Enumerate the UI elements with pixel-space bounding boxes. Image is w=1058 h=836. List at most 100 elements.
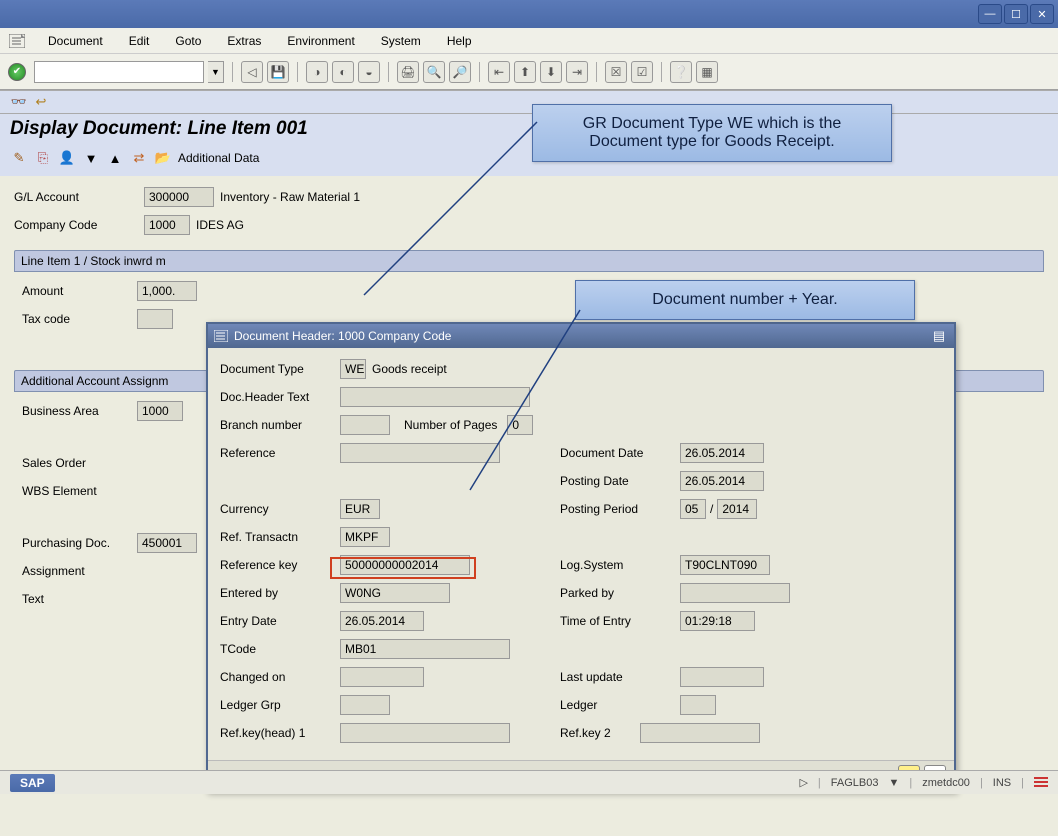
reftx-field[interactable]: MKPF [340, 527, 390, 547]
user-icon[interactable]: 👤 [58, 149, 76, 167]
refkey-field[interactable]: 50000000002014 [340, 555, 470, 575]
menu-help[interactable]: Help [435, 31, 484, 51]
dialog-menu-icon[interactable]: ▤ [930, 327, 948, 345]
doc-header-dialog: Document Header: 1000 Company Code ▤ Doc… [206, 322, 956, 792]
exit-icon[interactable]: ◐ [332, 61, 354, 83]
find-icon[interactable]: 🔍 [423, 61, 445, 83]
save-icon[interactable]: 💾 [267, 61, 289, 83]
content-area: G/L Account 300000 Inventory - Raw Mater… [0, 176, 1058, 836]
postperiod-m-field[interactable]: 05 [680, 499, 706, 519]
prev-page-icon[interactable]: ⬆ [514, 61, 536, 83]
close-button[interactable]: ✕ [1030, 4, 1054, 24]
amount-field[interactable]: 1,000. [137, 281, 197, 301]
window-titlebar: — ☐ ✕ [0, 0, 1058, 28]
refkey1-field[interactable] [340, 723, 510, 743]
help-icon[interactable]: ❔ [670, 61, 692, 83]
amount-label: Amount [22, 284, 137, 298]
menu-document[interactable]: Document [36, 31, 115, 51]
logsys-field[interactable]: T90CLNT090 [680, 555, 770, 575]
reference-label: Reference [220, 446, 340, 460]
menu-extras[interactable]: Extras [215, 31, 273, 51]
text-label: Text [22, 592, 137, 606]
layout-icon[interactable]: ▦ [696, 61, 718, 83]
copy-icon[interactable]: ⎘ [34, 149, 52, 167]
changedon-field[interactable] [340, 667, 424, 687]
slash: / [710, 502, 713, 516]
gl-account-label: G/L Account [14, 190, 144, 204]
last-page-icon[interactable]: ⇥ [566, 61, 588, 83]
wbs-label: WBS Element [22, 484, 137, 498]
page-header: Display Document: Line Item 001 ✎ ⎘ 👤 ▼ … [0, 114, 1058, 176]
expand-icon[interactable]: ▲ [106, 149, 124, 167]
company-code-field[interactable]: 1000 [144, 215, 190, 235]
tcode-label: TCode [220, 642, 340, 656]
postdate-field[interactable]: 26.05.2014 [680, 471, 764, 491]
entrydate-label: Entry Date [220, 614, 340, 628]
pages-field[interactable]: 0 [507, 415, 533, 435]
entrydate-field[interactable]: 26.05.2014 [340, 611, 424, 631]
enter-button[interactable]: ✔ [8, 63, 26, 81]
page-toolbar: ✎ ⎘ 👤 ▼ ▲ ⇄ 📂 Additional Data [10, 144, 1048, 172]
sap-menu-icon[interactable] [8, 32, 26, 50]
menu-bar: Document Edit Goto Extras Environment Sy… [0, 28, 1058, 54]
busarea-field[interactable]: 1000 [137, 401, 183, 421]
print-icon[interactable]: 🖨 [397, 61, 419, 83]
separator [232, 62, 233, 82]
refkey2-field[interactable] [640, 723, 760, 743]
first-page-icon[interactable]: ⇤ [488, 61, 510, 83]
status-dropdown-icon[interactable]: ▼ [888, 777, 899, 789]
doctype-field[interactable]: WE [340, 359, 366, 379]
ledgergrp-field[interactable] [340, 695, 390, 715]
status-arrow-icon[interactable]: ▷ [799, 776, 807, 789]
group-lineitem-header: Line Item 1 / Stock inwrd m [14, 250, 1044, 272]
collapse-icon[interactable]: ▼ [82, 149, 100, 167]
branch-label: Branch number [220, 418, 340, 432]
maximize-button[interactable]: ☐ [1004, 4, 1028, 24]
tcode-field[interactable]: MB01 [340, 639, 510, 659]
purchdoc-field[interactable]: 450001 [137, 533, 197, 553]
tool-icon[interactable]: ✎ [10, 149, 28, 167]
lastupdate-field[interactable] [680, 667, 764, 687]
next-page-icon[interactable]: ⬇ [540, 61, 562, 83]
lastupdate-label: Last update [560, 670, 680, 684]
branch-field[interactable] [340, 415, 390, 435]
parkedby-field[interactable] [680, 583, 790, 603]
ledger-field[interactable] [680, 695, 716, 715]
entrytime-label: Time of Entry [560, 614, 680, 628]
sap-logo: SAP [10, 774, 55, 792]
menu-system[interactable]: System [369, 31, 433, 51]
arrow-icon[interactable]: ↩ [32, 93, 50, 111]
command-field[interactable] [34, 61, 204, 83]
find-next-icon[interactable]: 🔎 [449, 61, 471, 83]
separator [661, 62, 662, 82]
additional-data-link[interactable]: Additional Data [178, 151, 259, 165]
command-dropdown[interactable]: ▼ [208, 61, 224, 83]
logsys-label: Log.System [560, 558, 680, 572]
dialog-title-icon [214, 330, 228, 342]
dialog-titlebar[interactable]: Document Header: 1000 Company Code ▤ [208, 324, 954, 348]
docdate-field[interactable]: 26.05.2014 [680, 443, 764, 463]
currency-field[interactable]: EUR [340, 499, 380, 519]
minimize-button[interactable]: — [978, 4, 1002, 24]
entrytime-field[interactable]: 01:29:18 [680, 611, 755, 631]
hierarchy-icon[interactable]: ⇄ [130, 149, 148, 167]
additional-data-icon[interactable]: 📂 [154, 149, 172, 167]
glasses-icon[interactable]: 👓 [10, 93, 28, 111]
new-session-icon[interactable]: ☒ [605, 61, 627, 83]
shortcut-icon[interactable]: ☑ [631, 61, 653, 83]
cancel-icon[interactable]: ◒ [358, 61, 380, 83]
back-icon[interactable]: ◁ [241, 61, 263, 83]
gl-account-field[interactable]: 300000 [144, 187, 214, 207]
busarea-label: Business Area [22, 404, 137, 418]
menu-edit[interactable]: Edit [117, 31, 162, 51]
status-tcode: FAGLB03 [831, 777, 879, 789]
postperiod-y-field[interactable]: 2014 [717, 499, 757, 519]
reference-field[interactable] [340, 443, 500, 463]
menu-environment[interactable]: Environment [275, 31, 366, 51]
headertext-field[interactable] [340, 387, 530, 407]
enteredby-field[interactable]: W0NG [340, 583, 450, 603]
menu-goto[interactable]: Goto [163, 31, 213, 51]
separator [388, 62, 389, 82]
back2-icon[interactable]: ◑ [306, 61, 328, 83]
taxcode-field[interactable] [137, 309, 173, 329]
